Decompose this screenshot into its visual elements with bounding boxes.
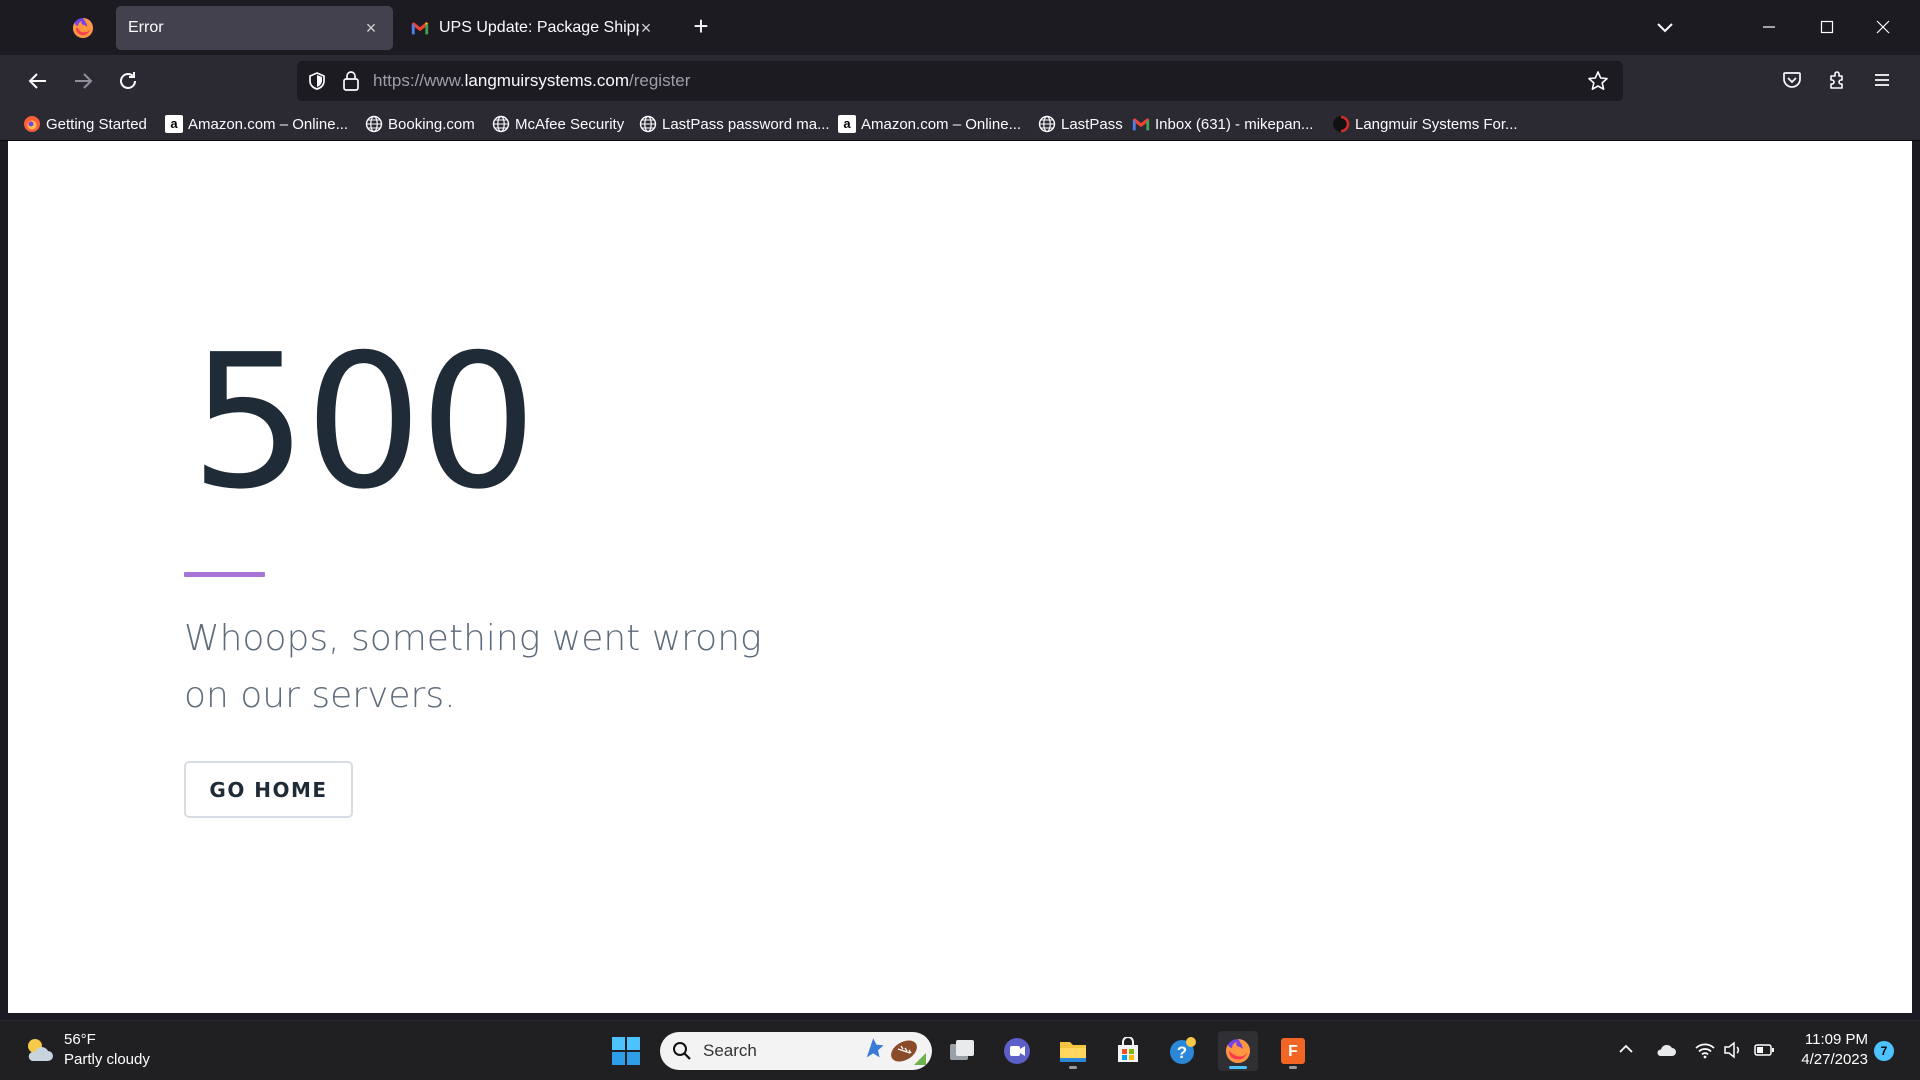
bookmark-amazon-1[interactable]: a Amazon.com – Online... (165, 113, 348, 135)
search-icon (673, 1042, 691, 1060)
bookmark-label: LastPass (1061, 115, 1123, 133)
amazon-icon: a (165, 115, 183, 133)
bookmark-label: Amazon.com – Online... (188, 115, 349, 133)
windows-taskbar: 56°F Partly cloudy Search ? F 11:09 PM 4… (0, 1020, 1920, 1080)
tab-title: Error (128, 19, 164, 36)
file-explorer-icon[interactable] (1053, 1031, 1093, 1071)
task-view-icon[interactable] (942, 1031, 982, 1071)
chevron-up-icon[interactable] (1616, 1039, 1636, 1059)
battery-icon[interactable] (1753, 1039, 1775, 1061)
bookmark-label: Langmuir Systems For... (1355, 115, 1518, 133)
hamburger-menu-icon[interactable] (1869, 67, 1895, 93)
clock-date[interactable]: 4/27/2023 (1780, 1051, 1868, 1068)
active-indicator (1229, 1066, 1247, 1069)
bookmark-booking[interactable]: Booking.com (365, 113, 475, 135)
error-message: Whoops, something went wrong on our serv… (184, 618, 762, 716)
bookmark-label: Amazon.com – Online... (861, 115, 1022, 133)
partly-cloudy-icon[interactable] (22, 1033, 56, 1067)
volume-icon[interactable] (1722, 1039, 1744, 1061)
globe-icon (492, 115, 510, 133)
bookmark-label: McAfee Security (515, 115, 625, 133)
notification-badge[interactable]: 7 (1874, 1041, 1894, 1061)
bookmark-getting-started[interactable]: Getting Started (23, 113, 147, 135)
bookmark-gmail-inbox[interactable]: Inbox (631) - mikepan... (1132, 113, 1313, 135)
teams-chat-icon[interactable] (997, 1031, 1037, 1071)
bookmark-langmuir[interactable]: Langmuir Systems For... (1332, 113, 1518, 135)
lock-icon[interactable] (341, 70, 361, 92)
bookmark-label: Inbox (631) - mikepan... (1155, 115, 1314, 133)
bookmark-label: Getting Started (46, 115, 147, 133)
taskbar-search-box[interactable]: Search (660, 1032, 932, 1070)
back-arrow-icon[interactable] (24, 67, 52, 95)
star-bookmark-icon[interactable] (1587, 70, 1609, 92)
error-code: 500 (190, 314, 537, 530)
minimize-window-icon[interactable] (1754, 12, 1784, 42)
accent-divider (184, 572, 265, 577)
extensions-puzzle-icon[interactable] (1824, 67, 1850, 93)
bookmark-amazon-2[interactable]: a Amazon.com – Online... (838, 113, 1021, 135)
tab-title: UPS Update: Package Shipped - mikepan... (439, 19, 639, 36)
onedrive-cloud-icon[interactable] (1655, 1039, 1677, 1061)
svg-text:a: a (170, 116, 178, 131)
tab-strip: Error × UPS Update: Package Shipped - mi… (0, 0, 1920, 55)
langmuir-icon (1333, 115, 1350, 133)
url-prefix: https://www. (373, 71, 465, 90)
globe-icon (1038, 115, 1056, 133)
reload-icon[interactable] (114, 67, 142, 95)
chevron-down-icon[interactable] (1654, 16, 1676, 38)
search-label: Search (703, 1041, 757, 1060)
football-highlight-icon (866, 1038, 926, 1065)
navigation-toolbar: https://www.langmuirsystems.com/register (0, 55, 1920, 107)
url-bar[interactable]: https://www.langmuirsystems.com/register (297, 61, 1623, 101)
screen: Error × UPS Update: Package Shipped - mi… (0, 0, 1920, 1080)
windows-start-icon[interactable] (606, 1031, 646, 1071)
maximize-window-icon[interactable] (1812, 12, 1842, 42)
forward-arrow-icon[interactable] (69, 67, 97, 95)
fusion-360-icon[interactable]: F (1273, 1031, 1313, 1071)
pocket-icon[interactable] (1779, 67, 1805, 93)
bookmark-label: Booking.com (388, 115, 475, 133)
tab-ups-update[interactable]: UPS Update: Package Shipped - mikepan...… (403, 6, 668, 50)
gmail-icon (1132, 118, 1150, 131)
new-tab-plus-icon[interactable]: + (688, 13, 714, 40)
gmail-icon (411, 22, 429, 35)
running-indicator (1069, 1066, 1077, 1069)
bookmark-lastpass-manager[interactable]: LastPass password ma... (639, 113, 830, 135)
url-text[interactable]: https://www.langmuirsystems.com/register (373, 71, 690, 91)
microsoft-store-icon[interactable] (1108, 1031, 1148, 1071)
wifi-icon[interactable] (1694, 1039, 1716, 1061)
amazon-icon: a (838, 115, 856, 133)
bookmark-mcafee[interactable]: McAfee Security (492, 113, 624, 135)
svg-text:a: a (843, 116, 851, 131)
go-home-button[interactable]: GO HOME (184, 761, 353, 818)
firefox-taskbar-icon[interactable] (1218, 1031, 1258, 1071)
weather-description[interactable]: Partly cloudy (64, 1051, 150, 1068)
close-tab-icon[interactable]: × (636, 18, 656, 38)
url-host: langmuirsystems.com (464, 71, 630, 90)
close-window-icon[interactable] (1868, 12, 1898, 42)
shield-icon[interactable] (307, 71, 327, 91)
running-indicator (1289, 1066, 1297, 1069)
close-tab-icon[interactable]: × (361, 18, 381, 38)
bookmarks-toolbar: Getting Started a Amazon.com – Online...… (0, 107, 1920, 141)
globe-icon (639, 115, 657, 133)
page-content: 500 Whoops, something went wrong on our … (8, 141, 1912, 1013)
bookmark-lastpass[interactable]: LastPass (1038, 113, 1123, 135)
bookmark-label: LastPass password ma... (662, 115, 830, 133)
globe-icon (365, 115, 383, 133)
svg-text:F: F (1288, 1043, 1298, 1060)
tab-error[interactable]: Error × (116, 6, 393, 50)
firefox-icon[interactable] (71, 16, 95, 40)
weather-temperature[interactable]: 56°F (64, 1031, 96, 1048)
get-help-icon[interactable]: ? (1163, 1031, 1203, 1071)
clock-time[interactable]: 11:09 PM (1780, 1031, 1868, 1048)
firefox-icon (24, 116, 40, 132)
url-path: /register (629, 71, 691, 90)
svg-text:?: ? (1177, 1043, 1187, 1062)
